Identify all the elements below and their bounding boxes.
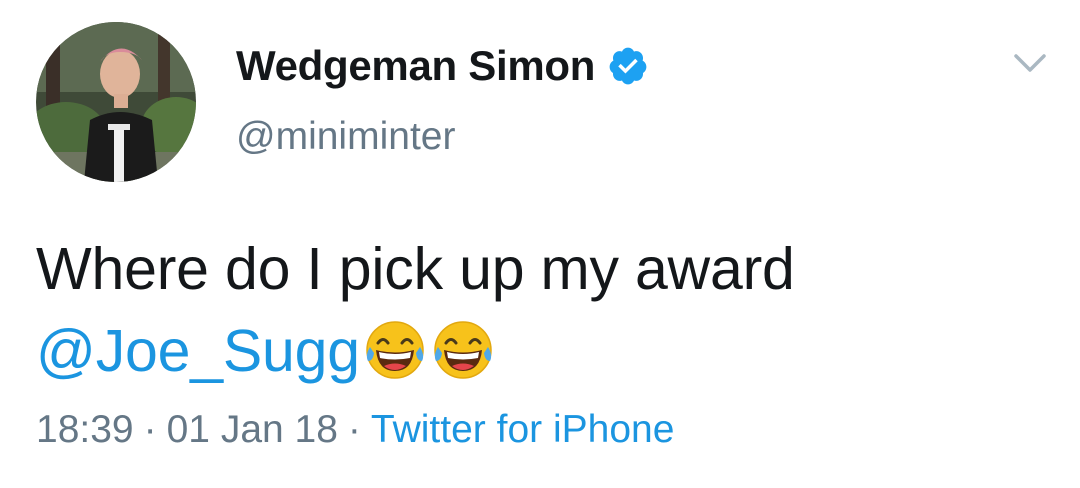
display-name[interactable]: Wedgeman Simon bbox=[236, 42, 595, 90]
tweet-card: Wedgeman Simon @miniminter Where do I pi… bbox=[0, 0, 1080, 488]
tweet-meta: 18:39 · 01 Jan 18 · Twitter for iPhone bbox=[36, 408, 674, 452]
face-with-tears-of-joy-icon bbox=[362, 317, 428, 383]
avatar-photo bbox=[36, 22, 196, 182]
user-name-row: Wedgeman Simon bbox=[236, 38, 649, 94]
tweet-date[interactable]: 01 Jan 18 bbox=[167, 408, 338, 451]
meta-separator-2: · bbox=[347, 408, 361, 451]
tweet-text-line: Where do I pick up my award bbox=[36, 236, 795, 302]
tweet-text-line-2: @Joe_Sugg bbox=[36, 310, 1036, 392]
meta-separator: · bbox=[143, 408, 157, 451]
mention-link[interactable]: @Joe_Sugg bbox=[36, 318, 360, 384]
verified-badge-icon bbox=[607, 45, 649, 87]
tweet-time[interactable]: 18:39 bbox=[36, 408, 134, 451]
tweet-text: Where do I pick up my award @Joe_Sugg bbox=[36, 228, 1036, 392]
face-with-tears-of-joy-icon-2 bbox=[430, 317, 496, 383]
tweet-source-link[interactable]: Twitter for iPhone bbox=[371, 408, 674, 451]
user-handle[interactable]: @miniminter bbox=[236, 115, 455, 159]
avatar[interactable] bbox=[36, 22, 196, 182]
chevron-down-icon[interactable] bbox=[1010, 48, 1050, 78]
